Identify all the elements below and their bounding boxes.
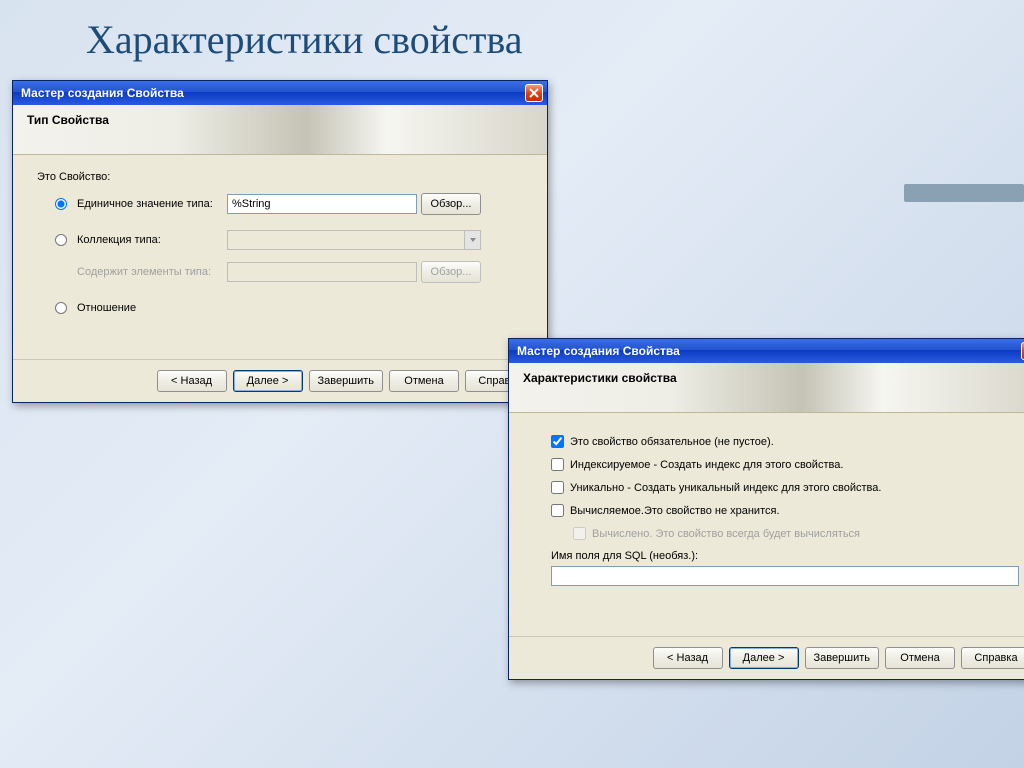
- radio-single[interactable]: [55, 198, 67, 210]
- radio-collection[interactable]: [55, 234, 67, 246]
- check-computed[interactable]: [551, 504, 564, 517]
- check-row-required[interactable]: Это свойство обязательное (не пустое).: [551, 435, 1019, 448]
- check-computed-label: Вычисляемое.Это свойство не хранится.: [570, 505, 780, 517]
- check-required-label: Это свойство обязательное (не пустое).: [570, 436, 774, 448]
- slide-title: Характеристики свойства: [86, 16, 523, 63]
- browse-button-disabled: Обзор...: [421, 261, 481, 283]
- wizard-header-title: Характеристики свойства: [523, 371, 1024, 385]
- finish-button[interactable]: Завершить: [805, 647, 879, 669]
- browse-button[interactable]: Обзор...: [421, 193, 481, 215]
- contains-row: Содержит элементы типа: Обзор...: [55, 261, 523, 283]
- check-computed-always-label: Вычислено. Это свойство всегда будет выч…: [592, 528, 860, 540]
- section-label: Это Свойство:: [37, 171, 523, 183]
- radio-relation[interactable]: [55, 302, 67, 314]
- sql-field-input[interactable]: [551, 566, 1019, 586]
- check-indexed-label: Индексируемое - Создать индекс для этого…: [570, 459, 843, 471]
- wizard-window-type: Мастер создания Свойства Тип Свойства Эт…: [12, 80, 548, 403]
- radio-row-single: Единичное значение типа: Обзор...: [55, 193, 523, 215]
- radio-single-label: Единичное значение типа:: [77, 198, 227, 210]
- next-button[interactable]: Далее >: [233, 370, 303, 392]
- wizard-body: Это Свойство: Единичное значение типа: О…: [13, 155, 547, 359]
- check-row-computed[interactable]: Вычисляемое.Это свойство не хранится.: [551, 504, 1019, 517]
- sql-field-label: Имя поля для SQL (необяз.):: [551, 550, 1019, 562]
- wizard-header-title: Тип Свойства: [27, 113, 533, 127]
- radio-relation-label: Отношение: [77, 302, 227, 314]
- window-title: Мастер создания Свойства: [21, 86, 184, 100]
- check-unique[interactable]: [551, 481, 564, 494]
- wizard-footer: < Назад Далее > Завершить Отмена Справка: [13, 359, 547, 402]
- check-unique-label: Уникально - Создать уникальный индекс дл…: [570, 482, 881, 494]
- wizard-body: Это свойство обязательное (не пустое). И…: [509, 413, 1024, 636]
- collection-type-combo: [227, 230, 481, 250]
- close-button[interactable]: [525, 84, 543, 102]
- type-input[interactable]: [227, 194, 417, 214]
- chevron-down-icon: [464, 231, 480, 249]
- wizard-header: Характеристики свойства: [509, 363, 1024, 413]
- next-button[interactable]: Далее >: [729, 647, 799, 669]
- help-button[interactable]: Справка: [961, 647, 1024, 669]
- radio-row-relation: Отношение: [55, 297, 523, 319]
- check-row-unique[interactable]: Уникально - Создать уникальный индекс дл…: [551, 481, 1019, 494]
- back-button[interactable]: < Назад: [157, 370, 227, 392]
- cancel-button[interactable]: Отмена: [389, 370, 459, 392]
- radio-row-collection: Коллекция типа:: [55, 229, 523, 251]
- wizard-header: Тип Свойства: [13, 105, 547, 155]
- check-indexed[interactable]: [551, 458, 564, 471]
- cancel-button[interactable]: Отмена: [885, 647, 955, 669]
- close-icon: [529, 88, 539, 98]
- back-button[interactable]: < Назад: [653, 647, 723, 669]
- wizard-window-characteristics: Мастер создания Свойства Характеристики …: [508, 338, 1024, 680]
- check-required[interactable]: [551, 435, 564, 448]
- check-row-indexed[interactable]: Индексируемое - Создать индекс для этого…: [551, 458, 1019, 471]
- contains-label: Содержит элементы типа:: [77, 266, 227, 278]
- check-computed-always: [573, 527, 586, 540]
- collection-type-input: [227, 230, 481, 250]
- titlebar[interactable]: Мастер создания Свойства: [509, 339, 1024, 363]
- titlebar[interactable]: Мастер создания Свойства: [13, 81, 547, 105]
- window-title: Мастер создания Свойства: [517, 344, 680, 358]
- contains-type-input: [227, 262, 417, 282]
- radio-collection-label: Коллекция типа:: [77, 234, 227, 246]
- finish-button[interactable]: Завершить: [309, 370, 383, 392]
- check-row-computed-always: Вычислено. Это свойство всегда будет выч…: [551, 527, 1019, 540]
- accent-bar: [904, 184, 1024, 202]
- wizard-footer: < Назад Далее > Завершить Отмена Справка: [509, 636, 1024, 679]
